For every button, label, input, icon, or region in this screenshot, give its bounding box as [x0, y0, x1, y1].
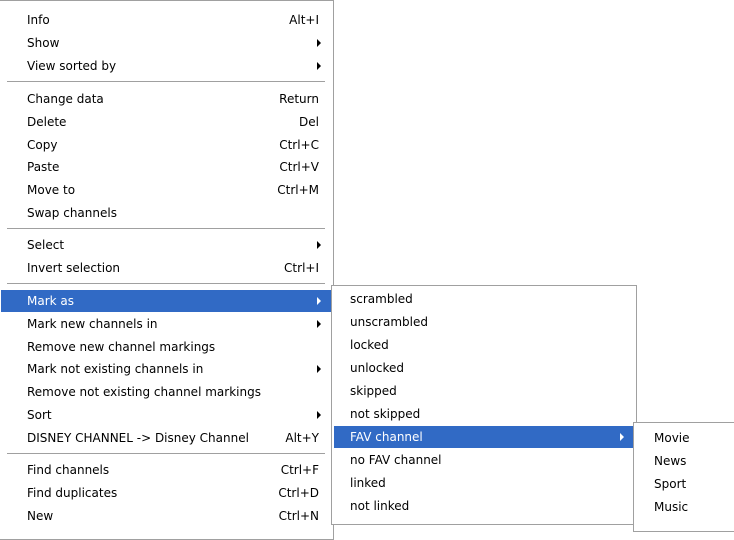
menu-item-label: News — [654, 454, 687, 468]
menu-item-label: FAV channel — [350, 430, 423, 444]
menu-item-unlocked[interactable]: unlocked — [334, 357, 634, 379]
menu-item-label: Remove new channel markings — [27, 340, 216, 354]
shortcut-label: Ctrl+C — [279, 138, 319, 152]
menu-item-not-skipped[interactable]: not skipped — [334, 403, 634, 425]
shortcut-label: Ctrl+V — [279, 160, 319, 174]
menu-item-mark-new-channels-in[interactable]: Mark new channels in — [1, 313, 331, 335]
menu-item-label: Find channels — [27, 463, 110, 477]
menu-item-mark-as[interactable]: Mark as — [1, 290, 331, 312]
submenu-arrow-icon — [317, 241, 321, 249]
menu-item-fav-channel[interactable]: FAV channel — [334, 426, 634, 448]
menu-item-change-data[interactable]: Change data Return — [1, 88, 331, 110]
menu-item-label: Sort — [27, 408, 52, 422]
menu-item-label: New — [27, 509, 54, 523]
shortcut-label: Ctrl+D — [278, 486, 319, 500]
menu-item-select[interactable]: Select — [1, 234, 331, 256]
menu-item-find-channels[interactable]: Find channels Ctrl+F — [1, 459, 331, 481]
menu-item-label: locked — [350, 338, 389, 352]
menu-separator — [7, 283, 325, 284]
menu-item-label: scrambled — [350, 292, 413, 306]
menu-item-locked[interactable]: locked — [334, 334, 634, 356]
menu-item-label: Remove not existing channel markings — [27, 385, 261, 399]
shortcut-label: Ctrl+M — [277, 183, 319, 197]
shortcut-label: Alt+I — [289, 13, 319, 27]
submenu-arrow-icon — [620, 433, 624, 441]
menu-item-scrambled[interactable]: scrambled — [334, 288, 634, 310]
menu-item-label: Movie — [654, 431, 690, 445]
menu-item-remove-not-existing-channel-markings[interactable]: Remove not existing channel markings — [1, 381, 331, 403]
submenu-arrow-icon — [317, 365, 321, 373]
menu-item-label: Mark new channels in — [27, 317, 158, 331]
menu-item-mark-not-existing-channels-in[interactable]: Mark not existing channels in — [1, 358, 331, 380]
menu-item-label: View sorted by — [27, 59, 117, 73]
menu-item-skipped[interactable]: skipped — [334, 380, 634, 402]
menu-item-label: Sport — [654, 477, 687, 491]
menu-item-label: no FAV channel — [350, 453, 442, 467]
submenu-arrow-icon — [317, 62, 321, 70]
menu-item-movie[interactable]: Movie — [636, 427, 734, 449]
menu-item-label: not linked — [350, 499, 410, 513]
menu-item-label: unlocked — [350, 361, 405, 375]
submenu-arrow-icon — [317, 39, 321, 47]
context-menu: Info Alt+I Show View sorted by Change da… — [0, 0, 334, 540]
menu-item-label: Info — [27, 13, 50, 27]
menu-item-label: Mark as — [27, 294, 75, 308]
shortcut-label: Ctrl+F — [280, 463, 319, 477]
menu-item-label: unscrambled — [350, 315, 428, 329]
menu-item-news[interactable]: News — [636, 450, 734, 472]
menu-item-label: Show — [27, 36, 60, 50]
menu-item-info[interactable]: Info Alt+I — [1, 9, 331, 31]
menu-item-sort[interactable]: Sort — [1, 404, 331, 426]
shortcut-label: Alt+Y — [285, 431, 319, 445]
submenu-arrow-icon — [317, 411, 321, 419]
menu-item-show[interactable]: Show — [1, 32, 331, 54]
menu-item-label: not skipped — [350, 407, 421, 421]
menu-item-label: skipped — [350, 384, 397, 398]
menu-item-label: Swap channels — [27, 206, 117, 220]
menu-item-view-sorted-by[interactable]: View sorted by — [1, 55, 331, 77]
menu-item-label: Delete — [27, 115, 67, 129]
shortcut-label: Ctrl+I — [284, 261, 319, 275]
fav-channel-submenu: Movie News Sport Music — [633, 422, 734, 532]
menu-item-swap-channels[interactable]: Swap channels — [1, 202, 331, 224]
menu-item-label: Music — [654, 500, 689, 514]
menu-separator — [7, 81, 325, 82]
shortcut-label: Ctrl+N — [278, 509, 319, 523]
menu-item-delete[interactable]: Delete Del — [1, 111, 331, 133]
menu-item-label: DISNEY CHANNEL -> Disney Channel — [27, 431, 249, 445]
shortcut-label: Return — [279, 92, 319, 106]
menu-item-unscrambled[interactable]: unscrambled — [334, 311, 634, 333]
menu-item-label: Invert selection — [27, 261, 121, 275]
submenu-arrow-icon — [317, 297, 321, 305]
shortcut-label: Del — [299, 115, 319, 129]
menu-item-music[interactable]: Music — [636, 496, 734, 518]
menu-item-paste[interactable]: Paste Ctrl+V — [1, 156, 331, 178]
menu-item-label: Find duplicates — [27, 486, 118, 500]
menu-item-label: Paste — [27, 160, 60, 174]
menu-item-disney-rename[interactable]: DISNEY CHANNEL -> Disney Channel Alt+Y — [1, 427, 331, 449]
menu-item-sport[interactable]: Sport — [636, 473, 734, 495]
menu-item-label: linked — [350, 476, 386, 490]
mark-as-submenu: scrambled unscrambled locked unlocked sk… — [331, 285, 637, 525]
menu-item-find-duplicates[interactable]: Find duplicates Ctrl+D — [1, 482, 331, 504]
menu-item-label: Select — [27, 238, 65, 252]
menu-item-remove-new-channel-markings[interactable]: Remove new channel markings — [1, 336, 331, 358]
menu-separator — [7, 228, 325, 229]
menu-item-invert-selection[interactable]: Invert selection Ctrl+I — [1, 257, 331, 279]
menu-item-label: Copy — [27, 138, 58, 152]
menu-item-copy[interactable]: Copy Ctrl+C — [1, 134, 331, 156]
menu-item-linked[interactable]: linked — [334, 472, 634, 494]
menu-item-new[interactable]: New Ctrl+N — [1, 505, 331, 527]
menu-separator — [7, 453, 325, 454]
menu-item-label: Mark not existing channels in — [27, 362, 204, 376]
menu-item-no-fav-channel[interactable]: no FAV channel — [334, 449, 634, 471]
menu-item-not-linked[interactable]: not linked — [334, 495, 634, 517]
menu-item-label: Move to — [27, 183, 76, 197]
menu-item-move-to[interactable]: Move to Ctrl+M — [1, 179, 331, 201]
submenu-arrow-icon — [317, 320, 321, 328]
menu-item-label: Change data — [27, 92, 104, 106]
